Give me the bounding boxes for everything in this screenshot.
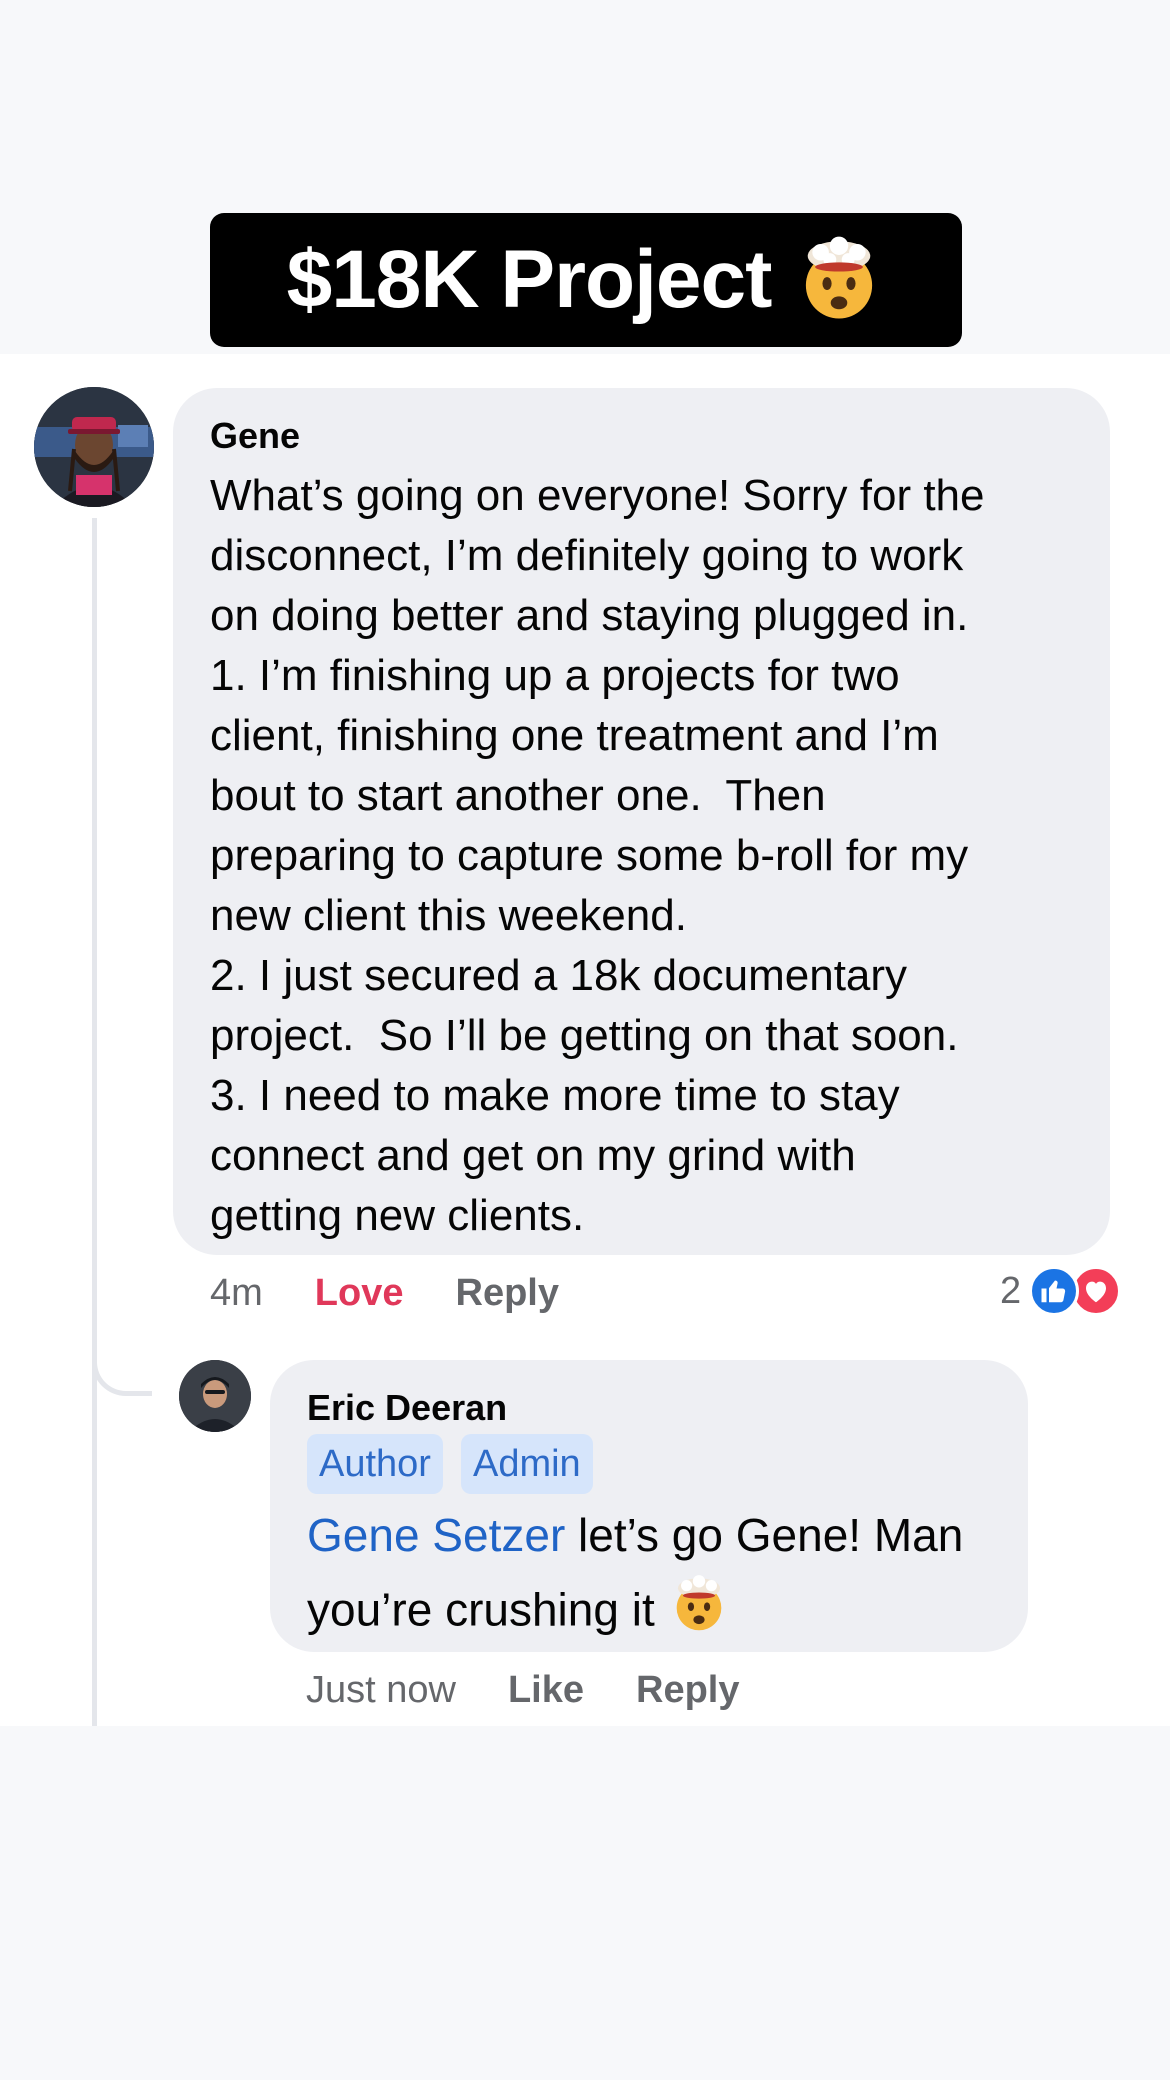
admin-badge[interactable]: Admin xyxy=(460,1434,593,1494)
reply-text-line1: let’s go Gene! Man xyxy=(565,1509,964,1561)
avatar[interactable] xyxy=(179,1360,251,1432)
reply-text-line2: you’re crushing it xyxy=(307,1583,655,1636)
comment-time[interactable]: 4m xyxy=(210,1272,263,1315)
exploding-head-emoji-icon xyxy=(668,1572,730,1655)
reply-button[interactable]: Reply xyxy=(456,1272,559,1315)
comment-author[interactable]: Gene xyxy=(210,414,1074,458)
reply-button[interactable]: Reply xyxy=(636,1669,739,1712)
reply-actions: Just now Like Reply xyxy=(306,1665,740,1715)
reply-time[interactable]: Just now xyxy=(306,1669,456,1712)
reply-author[interactable]: Eric Deeran xyxy=(307,1386,1004,1430)
thread-line xyxy=(92,518,97,1726)
like-button[interactable]: Like xyxy=(508,1669,584,1712)
author-badges: Author Admin xyxy=(307,1434,1004,1494)
avatar[interactable] xyxy=(34,387,154,507)
reply-text: Gene Setzer let’s go Gene! Man you’re cr… xyxy=(307,1498,1004,1655)
comment-actions: 4m Love Reply xyxy=(210,1268,559,1318)
love-button[interactable]: Love xyxy=(315,1272,404,1315)
mention-link[interactable]: Gene Setzer xyxy=(307,1509,565,1561)
banner: $18K Project xyxy=(210,213,962,347)
comment-bubble: Gene What’s going on everyone! Sorry for… xyxy=(173,388,1110,1255)
reaction-summary[interactable]: 2 xyxy=(1000,1265,1122,1317)
like-reaction-icon xyxy=(1029,1266,1080,1316)
exploding-head-emoji-icon xyxy=(793,232,885,329)
banner-title: $18K Project xyxy=(286,234,773,325)
reply-bubble: Eric Deeran Author Admin Gene Setzer let… xyxy=(270,1360,1028,1652)
reaction-count: 2 xyxy=(1000,1269,1022,1312)
author-badge[interactable]: Author xyxy=(307,1434,443,1494)
comment-text: What’s going on everyone! Sorry for the … xyxy=(210,471,985,1240)
